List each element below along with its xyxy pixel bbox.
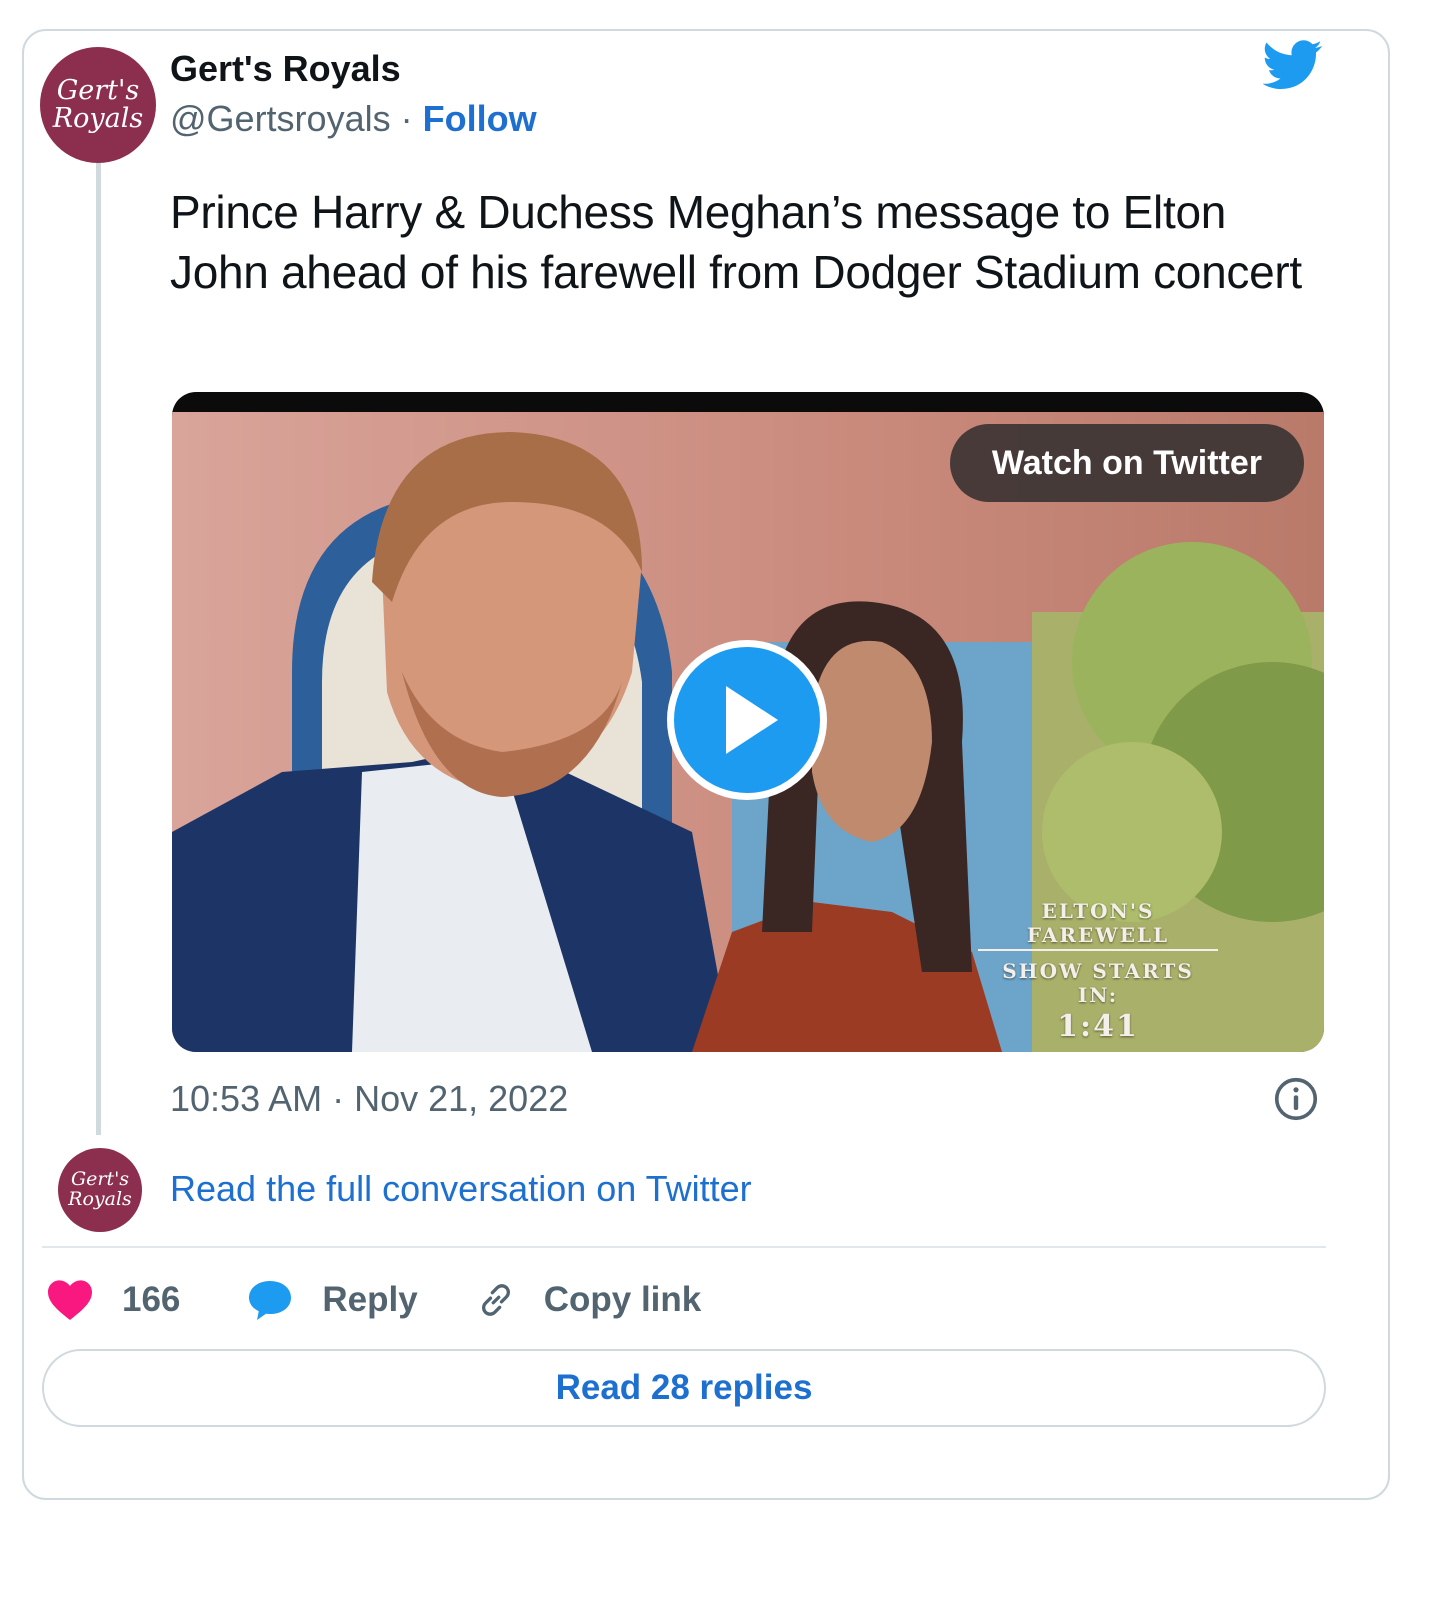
divider bbox=[42, 1246, 1326, 1248]
tweet-text: Prince Harry & Duchess Meghan’s message … bbox=[170, 186, 1302, 298]
copy-link-button[interactable]: Copy link bbox=[474, 1278, 702, 1322]
tweet-timestamp[interactable]: 10:53 AM · Nov 21, 2022 bbox=[170, 1078, 568, 1120]
avatar-text-line1: Gert's bbox=[56, 74, 140, 106]
heart-icon bbox=[48, 1280, 92, 1320]
read-replies-button[interactable]: Read 28 replies bbox=[42, 1349, 1326, 1427]
avatar-text-line1: Gert's bbox=[70, 1168, 130, 1191]
like-button[interactable]: 166 bbox=[46, 1278, 180, 1322]
info-icon[interactable] bbox=[1274, 1077, 1318, 1121]
follow-link[interactable]: Follow bbox=[423, 98, 537, 139]
reply-button[interactable]: Reply bbox=[246, 1278, 418, 1322]
watch-on-twitter-button[interactable]: Watch on Twitter bbox=[949, 424, 1304, 502]
author-handle[interactable]: @Gertsroyals bbox=[170, 98, 391, 139]
reply-bubble-icon bbox=[249, 1281, 292, 1320]
copy-link-label: Copy link bbox=[543, 1280, 702, 1319]
author-handle-line: @Gertsroyals · Follow bbox=[170, 98, 537, 140]
video-overlay-caption: ELTON'S FAREWELL SHOW STARTS IN: 1:41 bbox=[978, 899, 1218, 1044]
like-count: 166 bbox=[122, 1280, 181, 1319]
thread-line bbox=[96, 163, 101, 1135]
conversation-avatar: Gert's Royals bbox=[58, 1148, 142, 1232]
author-avatar[interactable]: Gert's Royals bbox=[40, 47, 156, 163]
reply-label: Reply bbox=[322, 1280, 418, 1319]
play-icon bbox=[726, 686, 778, 754]
link-icon bbox=[481, 1284, 510, 1316]
overlay-line1: ELTON'S FAREWELL bbox=[978, 899, 1218, 951]
play-button[interactable] bbox=[667, 640, 827, 800]
action-bar: 166 Reply Copy link bbox=[46, 1270, 701, 1330]
avatar-text-line2: Royals bbox=[68, 1188, 132, 1210]
overlay-line2: SHOW STARTS IN: bbox=[1002, 959, 1194, 1007]
twitter-bird-icon[interactable] bbox=[1263, 40, 1323, 90]
read-full-conversation-link[interactable]: Read the full conversation on Twitter bbox=[170, 1168, 752, 1210]
video-thumbnail[interactable]: Watch on Twitter ELTON'S FAREWELL SHOW S… bbox=[172, 392, 1324, 1052]
author-name[interactable]: Gert's Royals bbox=[170, 48, 401, 90]
avatar-text-line2: Royals bbox=[52, 103, 144, 134]
overlay-line3: 1:41 bbox=[1057, 1009, 1139, 1044]
separator: · bbox=[390, 98, 423, 139]
